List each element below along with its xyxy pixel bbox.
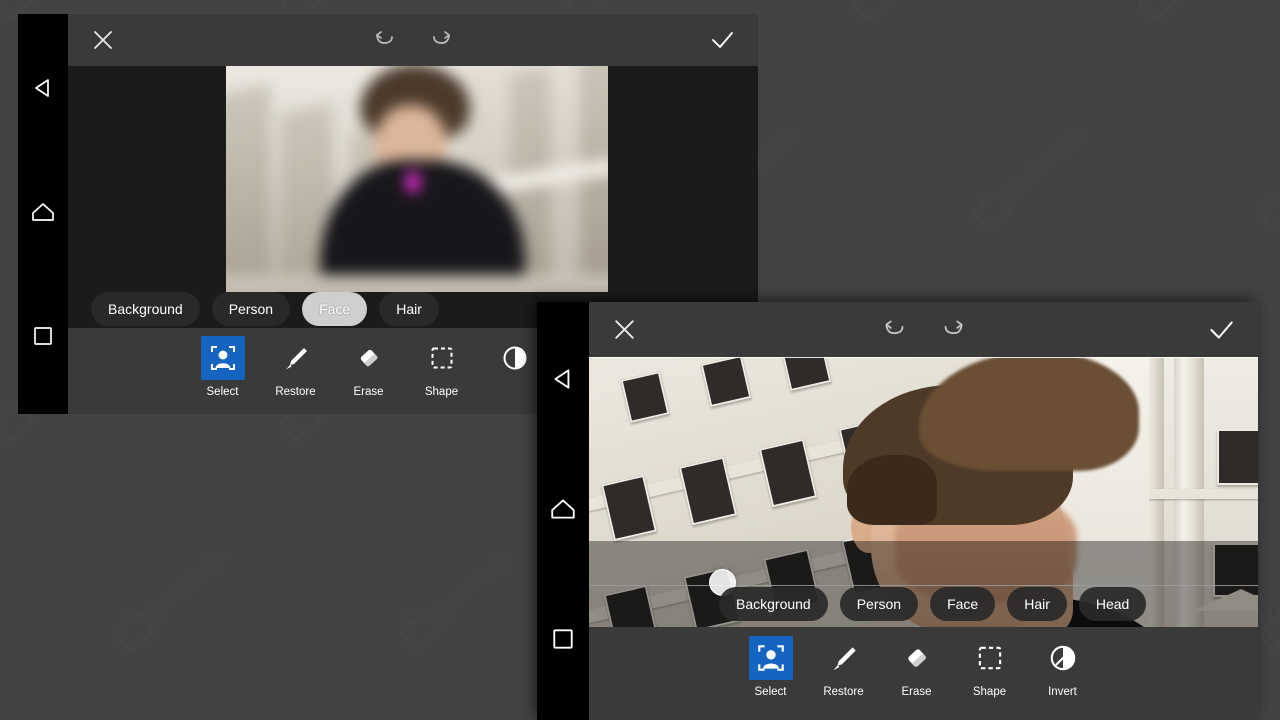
tool-erase[interactable]: Erase bbox=[880, 636, 953, 699]
tool-restore[interactable]: Restore bbox=[807, 636, 880, 699]
select-person-icon bbox=[748, 636, 793, 680]
watermark: liputansaja bbox=[1257, 126, 1280, 230]
redo-icon[interactable] bbox=[427, 28, 455, 52]
tool-select[interactable]: Select bbox=[734, 636, 807, 699]
top-app-bar-front bbox=[589, 302, 1258, 357]
home-icon[interactable] bbox=[549, 496, 577, 527]
screenshot-root: liputansaja liputansaja liputansaja liputan… bbox=[0, 0, 1280, 720]
chip-person[interactable]: Person bbox=[211, 292, 291, 326]
select-person-icon bbox=[200, 336, 245, 380]
watermark-logo-icon bbox=[1137, 0, 1174, 19]
watermark-text: liputansaja bbox=[426, 545, 517, 626]
tool-label: Erase bbox=[353, 386, 384, 398]
eraser-icon bbox=[347, 336, 391, 380]
chip-face[interactable]: Face bbox=[302, 292, 368, 326]
tool-shape[interactable]: Shape bbox=[405, 336, 478, 399]
watermark-logo-icon bbox=[1257, 193, 1280, 229]
chip-hair[interactable]: Hair bbox=[1007, 587, 1067, 621]
redo-icon[interactable] bbox=[938, 317, 968, 343]
chip-face[interactable]: Face bbox=[930, 587, 996, 621]
watermark: liputansaja bbox=[1257, 546, 1280, 650]
close-icon[interactable] bbox=[90, 27, 116, 53]
square-recents-icon[interactable] bbox=[551, 627, 575, 656]
selection-bound-bottom bbox=[589, 585, 1258, 586]
undo-icon[interactable] bbox=[880, 317, 910, 343]
tool-invert[interactable]: Invert bbox=[1026, 636, 1099, 699]
tool-label: Select bbox=[206, 386, 239, 398]
home-icon[interactable] bbox=[30, 200, 56, 229]
chip-person[interactable]: Person bbox=[839, 587, 919, 621]
watermark-text: liputansaja bbox=[998, 125, 1089, 206]
tool-label: Restore bbox=[275, 386, 316, 398]
editor-window-front: Background Person Face Hair Head Select … bbox=[537, 302, 1258, 720]
dashed-square-icon bbox=[968, 636, 1012, 680]
triangle-back-icon[interactable] bbox=[31, 76, 55, 105]
watermark: liputansaja bbox=[1137, 0, 1255, 19]
tool-label: Restore bbox=[823, 686, 864, 698]
watermark-logo-icon bbox=[851, 0, 888, 19]
tool-label: Erase bbox=[901, 686, 932, 698]
editor-screen-front: Background Person Face Hair Head Select … bbox=[589, 302, 1258, 720]
invert-icon bbox=[1041, 636, 1085, 680]
chip-hair[interactable]: Hair bbox=[379, 292, 439, 326]
top-app-bar-back bbox=[68, 14, 758, 66]
watermark-logo-icon bbox=[971, 193, 1008, 229]
android-nav-rail-back bbox=[18, 14, 68, 414]
tool-label: Invert bbox=[1048, 686, 1077, 698]
tool-label: Select bbox=[754, 686, 787, 698]
brush-icon bbox=[822, 636, 866, 680]
tool-select[interactable]: Select bbox=[186, 336, 259, 399]
watermark: liputansaja bbox=[113, 546, 231, 650]
brush-icon bbox=[274, 336, 318, 380]
chip-background[interactable]: Background bbox=[91, 292, 200, 326]
tool-erase[interactable]: Erase bbox=[332, 336, 405, 399]
canvas-front[interactable]: Background Person Face Hair Head bbox=[589, 357, 1258, 627]
checkmark-icon[interactable] bbox=[708, 28, 736, 52]
watermark-text: liputansaja bbox=[140, 545, 231, 626]
tool-bar-front: Select Restore Erase Shape Invert bbox=[589, 627, 1258, 720]
watermark: liputansaja bbox=[851, 0, 969, 19]
selection-bound-top bbox=[589, 357, 1258, 358]
square-recents-icon[interactable] bbox=[32, 325, 54, 352]
triangle-back-icon[interactable] bbox=[550, 366, 576, 397]
tool-label: Shape bbox=[424, 386, 459, 398]
invert-icon bbox=[493, 336, 537, 380]
canvas-back[interactable]: Background Person Face Hair bbox=[68, 66, 758, 328]
undo-icon[interactable] bbox=[371, 28, 399, 52]
watermark: liputansaja bbox=[971, 126, 1089, 230]
tool-shape[interactable]: Shape bbox=[953, 636, 1026, 699]
checkmark-icon[interactable] bbox=[1206, 317, 1236, 343]
tool-restore[interactable]: Restore bbox=[259, 336, 332, 399]
watermark-logo-icon bbox=[113, 613, 150, 649]
dashed-square-icon bbox=[420, 336, 464, 380]
eraser-icon bbox=[895, 636, 939, 680]
undo-redo-group-front bbox=[880, 317, 968, 343]
watermark: liputansaja bbox=[399, 546, 517, 650]
watermark-logo-icon bbox=[399, 613, 436, 649]
tool-label: Shape bbox=[972, 686, 1007, 698]
selection-chip-row-front: Background Person Face Hair Head bbox=[589, 587, 1258, 621]
watermark-logo-icon bbox=[1257, 613, 1280, 649]
chip-background[interactable]: Background bbox=[719, 587, 828, 621]
undo-redo-group-back bbox=[371, 28, 455, 52]
close-icon[interactable] bbox=[611, 316, 638, 343]
chip-head[interactable]: Head bbox=[1078, 587, 1147, 621]
edited-photo-back bbox=[226, 66, 608, 292]
android-nav-rail-front bbox=[537, 302, 589, 720]
